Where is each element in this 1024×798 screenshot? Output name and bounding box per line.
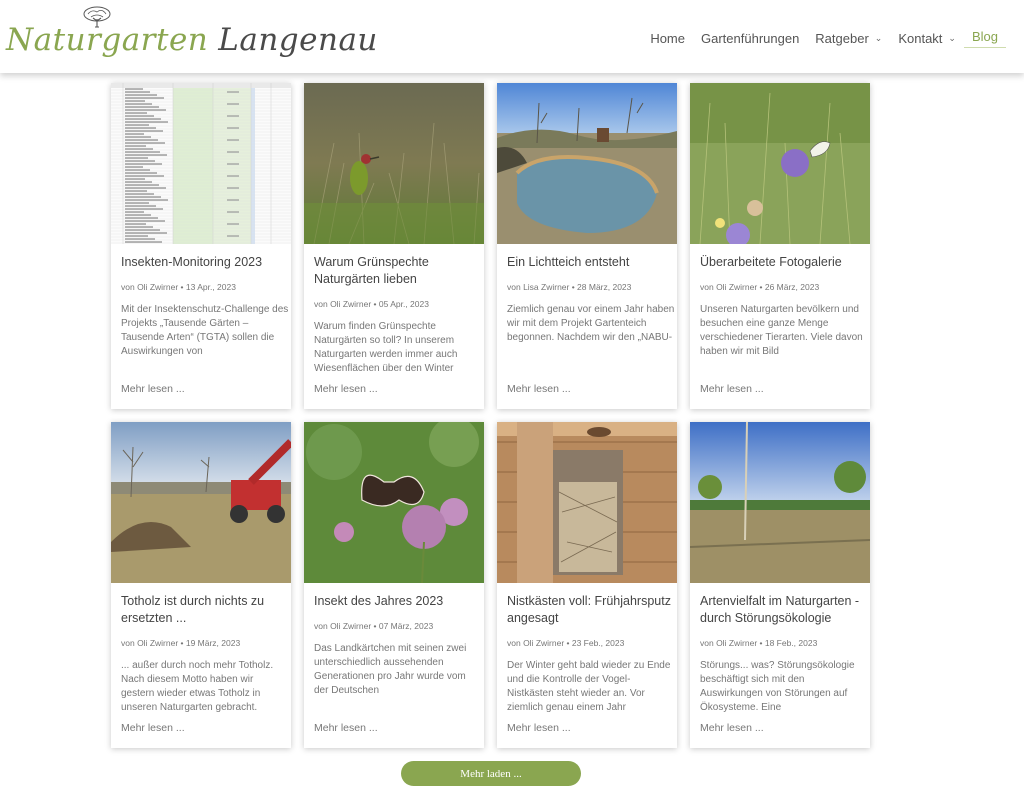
nav-blog-label: Blog xyxy=(971,29,998,44)
read-more-link[interactable]: Mehr lesen ... xyxy=(314,383,378,395)
blog-grid: Insekten-Monitoring 2023 von Oli Zwirner… xyxy=(111,83,871,749)
post-meta: von Lisa Zwirner • 28 März, 2023 xyxy=(507,282,632,292)
post-title[interactable]: Nistkästen voll: Frühjahrsputz angesagt xyxy=(507,593,672,627)
post-title[interactable]: Artenvielfalt im Naturgarten - durch Stö… xyxy=(700,593,865,627)
post-image-spreadsheet[interactable] xyxy=(111,83,291,244)
post-image-woodpecker[interactable] xyxy=(304,83,484,244)
logo-word-naturgarten: Naturgarten xyxy=(6,22,209,58)
post-meta: von Oli Zwirner • 23 Feb., 2023 xyxy=(507,638,625,648)
read-more-link[interactable]: Mehr lesen ... xyxy=(507,722,571,734)
site-logo[interactable]: Naturgarten Langenau xyxy=(6,6,377,68)
post-excerpt: Störungs... was? Störungsökologie beschä… xyxy=(700,660,855,713)
post-image-map-butterfly[interactable] xyxy=(304,422,484,583)
post-meta: von Oli Zwirner • 19 März, 2023 xyxy=(121,638,241,648)
post-meta: von Oli Zwirner • 18 Feb., 2023 xyxy=(700,638,818,648)
post-excerpt: ... außer durch noch mehr Totholz. Nach … xyxy=(121,660,274,713)
nav-ratgeber-label: Ratgeber xyxy=(815,31,869,46)
post-title[interactable]: Warum Grünspechte Naturgärten lieben xyxy=(314,254,479,288)
post-meta: von Oli Zwirner • 07 März, 2023 xyxy=(314,621,434,631)
blog-card[interactable]: Überarbeitete Fotogalerie von Oli Zwirne… xyxy=(690,83,870,409)
read-more-link[interactable]: Mehr lesen ... xyxy=(314,722,378,734)
logo-word-langenau: Langenau xyxy=(218,22,378,58)
post-image-deadwood[interactable] xyxy=(111,422,291,583)
read-more-link[interactable]: Mehr lesen ... xyxy=(700,722,764,734)
nav-gartenfuehrungen[interactable]: Gartenführungen xyxy=(693,29,807,48)
post-excerpt: Das Landkärtchen mit seinen zwei untersc… xyxy=(314,643,467,696)
post-title[interactable]: Insekten-Monitoring 2023 xyxy=(121,254,286,271)
chevron-down-icon: ⌄ xyxy=(874,33,883,43)
nav-blog[interactable]: Blog xyxy=(963,29,1006,48)
post-title[interactable]: Ein Lichtteich entsteht xyxy=(507,254,672,271)
logo-text: Naturgarten Langenau xyxy=(6,22,378,58)
post-meta: von Oli Zwirner • 05 Apr., 2023 xyxy=(314,299,429,309)
post-meta: von Oli Zwirner • 13 Apr., 2023 xyxy=(121,282,236,292)
read-more-link[interactable]: Mehr lesen ... xyxy=(121,722,185,734)
load-more-button[interactable]: Mehr laden ... xyxy=(401,761,581,786)
post-excerpt: Warum finden Grünspechte Naturgärten so … xyxy=(314,321,458,374)
read-more-link[interactable]: Mehr lesen ... xyxy=(507,383,571,395)
post-meta: von Oli Zwirner • 26 März, 2023 xyxy=(700,282,820,292)
blog-card[interactable]: Artenvielfalt im Naturgarten - durch Stö… xyxy=(690,422,870,748)
post-excerpt: Unseren Naturgarten bevölkern und besuch… xyxy=(700,304,863,357)
blog-card[interactable]: Ein Lichtteich entsteht von Lisa Zwirner… xyxy=(497,83,677,409)
main-nav: Home Gartenführungen Ratgeber ⌄ Kontakt ⌄ … xyxy=(642,29,1006,48)
nav-home-label: Home xyxy=(650,31,685,46)
blog-card[interactable]: Nistkästen voll: Frühjahrsputz angesagt … xyxy=(497,422,677,748)
nav-gartenfuehrungen-label: Gartenführungen xyxy=(701,31,800,46)
nav-ratgeber[interactable]: Ratgeber ⌄ xyxy=(807,29,890,48)
post-image-nestbox[interactable] xyxy=(497,422,677,583)
nav-home[interactable]: Home xyxy=(642,29,693,48)
post-excerpt: Der Winter geht bald wieder zu Ende und … xyxy=(507,660,671,713)
chevron-down-icon: ⌄ xyxy=(948,33,956,43)
read-more-link[interactable]: Mehr lesen ... xyxy=(700,383,764,395)
read-more-link[interactable]: Mehr lesen ... xyxy=(121,383,185,395)
blog-card[interactable]: Totholz ist durch nichts zu ersetzten ..… xyxy=(111,422,291,748)
post-excerpt: Ziemlich genau vor einem Jahr haben wir … xyxy=(507,304,675,343)
post-image-pond[interactable] xyxy=(497,83,677,244)
nav-kontakt-label: Kontakt xyxy=(898,31,943,46)
site-header: Naturgarten Langenau Home Gartenführungen… xyxy=(0,0,1024,73)
post-title[interactable]: Totholz ist durch nichts zu ersetzten ..… xyxy=(121,593,286,627)
post-title[interactable]: Überarbeitete Fotogalerie xyxy=(700,254,865,271)
post-excerpt: Mit der Insektenschutz-Challenge des Pro… xyxy=(121,304,289,357)
post-image-butterfly-meadow[interactable] xyxy=(690,83,870,244)
blog-card[interactable]: Insekt des Jahres 2023 von Oli Zwirner •… xyxy=(304,422,484,748)
blog-card[interactable]: Warum Grünspechte Naturgärten lieben von… xyxy=(304,83,484,409)
blog-card[interactable]: Insekten-Monitoring 2023 von Oli Zwirner… xyxy=(111,83,291,409)
nav-kontakt[interactable]: Kontakt ⌄ xyxy=(890,29,964,48)
post-title[interactable]: Insekt des Jahres 2023 xyxy=(314,593,479,610)
post-image-field-trees[interactable] xyxy=(690,422,870,583)
